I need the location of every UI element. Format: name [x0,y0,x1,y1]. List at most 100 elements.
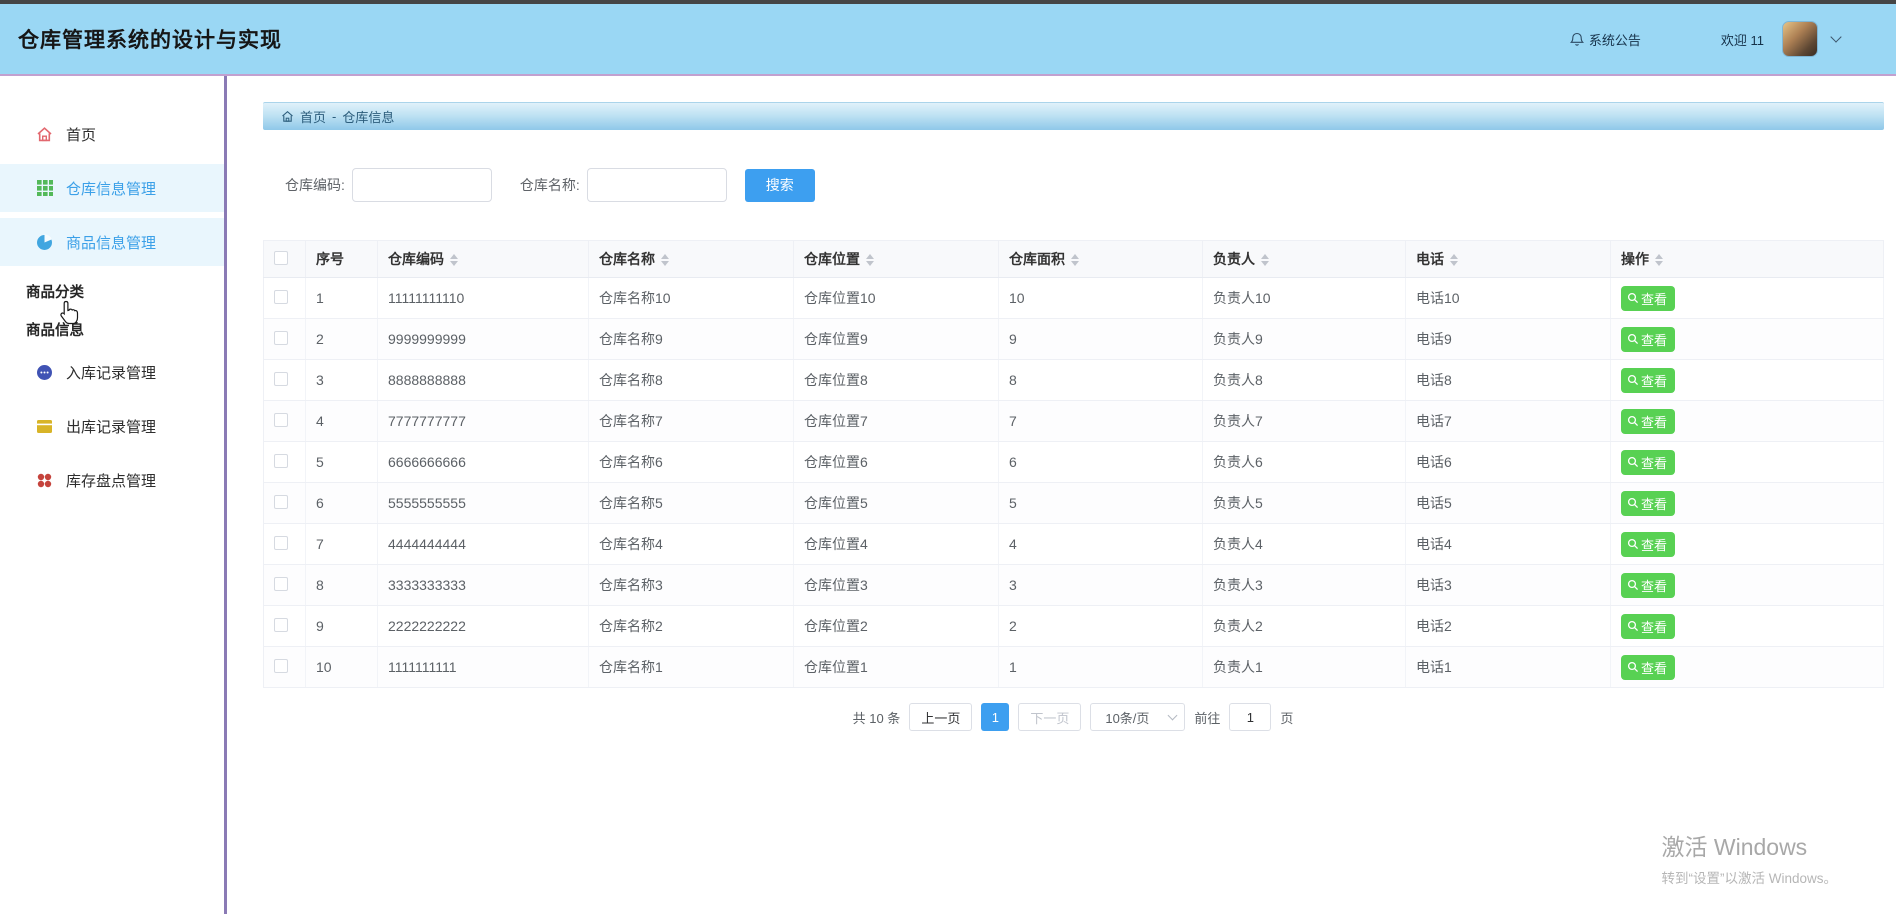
goto-page-input[interactable] [1229,703,1271,731]
select-all-checkbox[interactable] [274,251,288,265]
view-button-label: 查看 [1641,453,1667,472]
row-select-cell [264,360,306,401]
pagination: 共 10 条 上一页 1 下一页 10条/页 前往 页 [263,703,1883,731]
sort-caret-icon[interactable] [1655,254,1663,266]
column-header-7[interactable]: 操作 [1611,241,1884,278]
system-announcement-link[interactable]: 系统公告 [1570,30,1641,49]
column-header-3[interactable]: 仓库位置 [794,241,999,278]
cell-manager: 负责人10 [1203,278,1406,319]
chevron-down-icon[interactable] [1830,31,1841,42]
sidebar-item-3[interactable]: 商品分类 [0,272,224,310]
breadcrumb-home-link[interactable]: 首页 [300,107,326,126]
sort-caret-icon[interactable] [866,254,874,266]
warehouse-code-label: 仓库编码: [285,175,345,195]
sort-caret-icon[interactable] [450,254,458,266]
row-checkbox[interactable] [274,413,288,427]
view-button-label: 查看 [1641,371,1667,390]
row-checkbox[interactable] [274,290,288,304]
avatar[interactable] [1782,21,1818,57]
cell-code: 1111111111 [378,647,589,688]
search-button[interactable]: 搜索 [745,169,815,202]
cell-code: 8888888888 [378,360,589,401]
dots-circle-icon [36,364,53,381]
magnifier-icon [1627,456,1639,468]
page-size-select[interactable]: 10条/页 [1090,703,1185,731]
select-all-header-cell [264,241,306,278]
search-form: 仓库编码: 仓库名称: 搜索 [263,168,1884,202]
cell-name: 仓库名称10 [589,278,794,319]
sidebar-item-7[interactable]: 库存盘点管理 [0,456,224,504]
warehouse-name-input[interactable] [587,168,727,202]
breadcrumb: 首页 - 仓库信息 [263,102,1884,130]
view-button[interactable]: 查看 [1621,286,1675,311]
sidebar-item-6[interactable]: 出库记录管理 [0,402,224,450]
column-header-0: 序号 [306,241,378,278]
sort-caret-icon[interactable] [1071,254,1079,266]
row-checkbox[interactable] [274,372,288,386]
row-checkbox[interactable] [274,577,288,591]
view-button[interactable]: 查看 [1621,409,1675,434]
view-button[interactable]: 查看 [1621,614,1675,639]
column-header-6[interactable]: 电话 [1406,241,1611,278]
view-button[interactable]: 查看 [1621,532,1675,557]
cell-manager: 负责人6 [1203,442,1406,483]
view-button[interactable]: 查看 [1621,491,1675,516]
main-content: 首页 - 仓库信息 仓库编码: 仓库名称: 搜索 序号仓库编码仓库名称仓库位置仓… [227,76,1896,914]
row-checkbox[interactable] [274,495,288,509]
prev-page-button[interactable]: 上一页 [909,703,972,731]
magnifier-icon [1627,538,1639,550]
row-checkbox[interactable] [274,536,288,550]
bell-icon [1570,32,1584,47]
row-select-cell [264,483,306,524]
sidebar-item-label: 出库记录管理 [66,416,156,437]
grid-icon [36,180,53,197]
row-select-cell [264,524,306,565]
cell-code: 3333333333 [378,565,589,606]
page-number-button[interactable]: 1 [981,703,1009,731]
view-button[interactable]: 查看 [1621,655,1675,680]
column-header-2[interactable]: 仓库名称 [589,241,794,278]
sidebar-item-2[interactable]: 商品信息管理 [0,218,224,266]
view-button[interactable]: 查看 [1621,368,1675,393]
view-button-label: 查看 [1641,658,1667,677]
sort-caret-icon[interactable] [1450,254,1458,266]
view-button[interactable]: 查看 [1621,327,1675,352]
sidebar-item-1[interactable]: 仓库信息管理 [0,164,224,212]
sort-caret-icon[interactable] [1261,254,1269,266]
cell-code: 6666666666 [378,442,589,483]
actions-cell: 查看 [1611,565,1884,606]
cell-index: 7 [306,524,378,565]
goto-suffix: 页 [1280,708,1293,727]
cell-phone: 电话4 [1406,524,1611,565]
row-checkbox[interactable] [274,618,288,632]
column-label: 仓库名称 [599,251,655,267]
cell-location: 仓库位置10 [794,278,999,319]
sidebar-item-0[interactable]: 首页 [0,110,224,158]
cell-code: 9999999999 [378,319,589,360]
welcome-text: 欢迎 11 [1721,30,1764,49]
cell-index: 10 [306,647,378,688]
cell-location: 仓库位置5 [794,483,999,524]
cell-area: 10 [999,278,1203,319]
row-checkbox[interactable] [274,331,288,345]
view-button[interactable]: 查看 [1621,573,1675,598]
cell-location: 仓库位置3 [794,565,999,606]
column-header-4[interactable]: 仓库面积 [999,241,1203,278]
column-header-5[interactable]: 负责人 [1203,241,1406,278]
cell-name: 仓库名称7 [589,401,794,442]
cell-code: 4444444444 [378,524,589,565]
sort-caret-icon[interactable] [661,254,669,266]
row-checkbox[interactable] [274,454,288,468]
cell-name: 仓库名称5 [589,483,794,524]
cell-phone: 电话2 [1406,606,1611,647]
cell-code: 2222222222 [378,606,589,647]
view-button[interactable]: 查看 [1621,450,1675,475]
column-header-1[interactable]: 仓库编码 [378,241,589,278]
table-row: 29999999999仓库名称9仓库位置99负责人9电话9查看 [264,319,1884,360]
sidebar-item-4[interactable]: 商品信息 [0,310,224,348]
row-checkbox[interactable] [274,659,288,673]
sidebar-item-5[interactable]: 入库记录管理 [0,348,224,396]
warehouse-code-input[interactable] [352,168,492,202]
cell-location: 仓库位置8 [794,360,999,401]
next-page-button[interactable]: 下一页 [1018,703,1081,731]
